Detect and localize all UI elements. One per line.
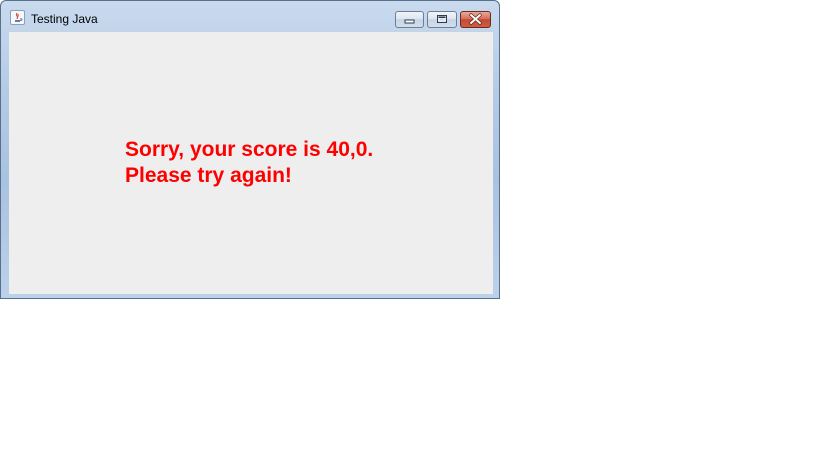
score-message: Sorry, your score is 40,0. Please try ag… — [125, 137, 373, 189]
maximize-icon — [437, 15, 447, 23]
minimize-icon — [404, 19, 415, 24]
close-icon — [469, 13, 482, 25]
maximize-button[interactable] — [427, 11, 457, 28]
title-bar[interactable]: Testing Java — [1, 1, 499, 31]
score-message-line: Sorry, your score is 40,0. — [125, 138, 374, 161]
window-title: Testing Java — [31, 12, 98, 26]
content-panel: Sorry, your score is 40,0. Please try ag… — [9, 31, 493, 294]
java-icon[interactable] — [10, 10, 25, 25]
close-button[interactable] — [460, 11, 491, 28]
retry-message-line: Please try again! — [125, 164, 292, 187]
minimize-button[interactable] — [395, 11, 424, 28]
app-window: Testing Java Sorry, your score is 40,0. … — [0, 0, 500, 299]
